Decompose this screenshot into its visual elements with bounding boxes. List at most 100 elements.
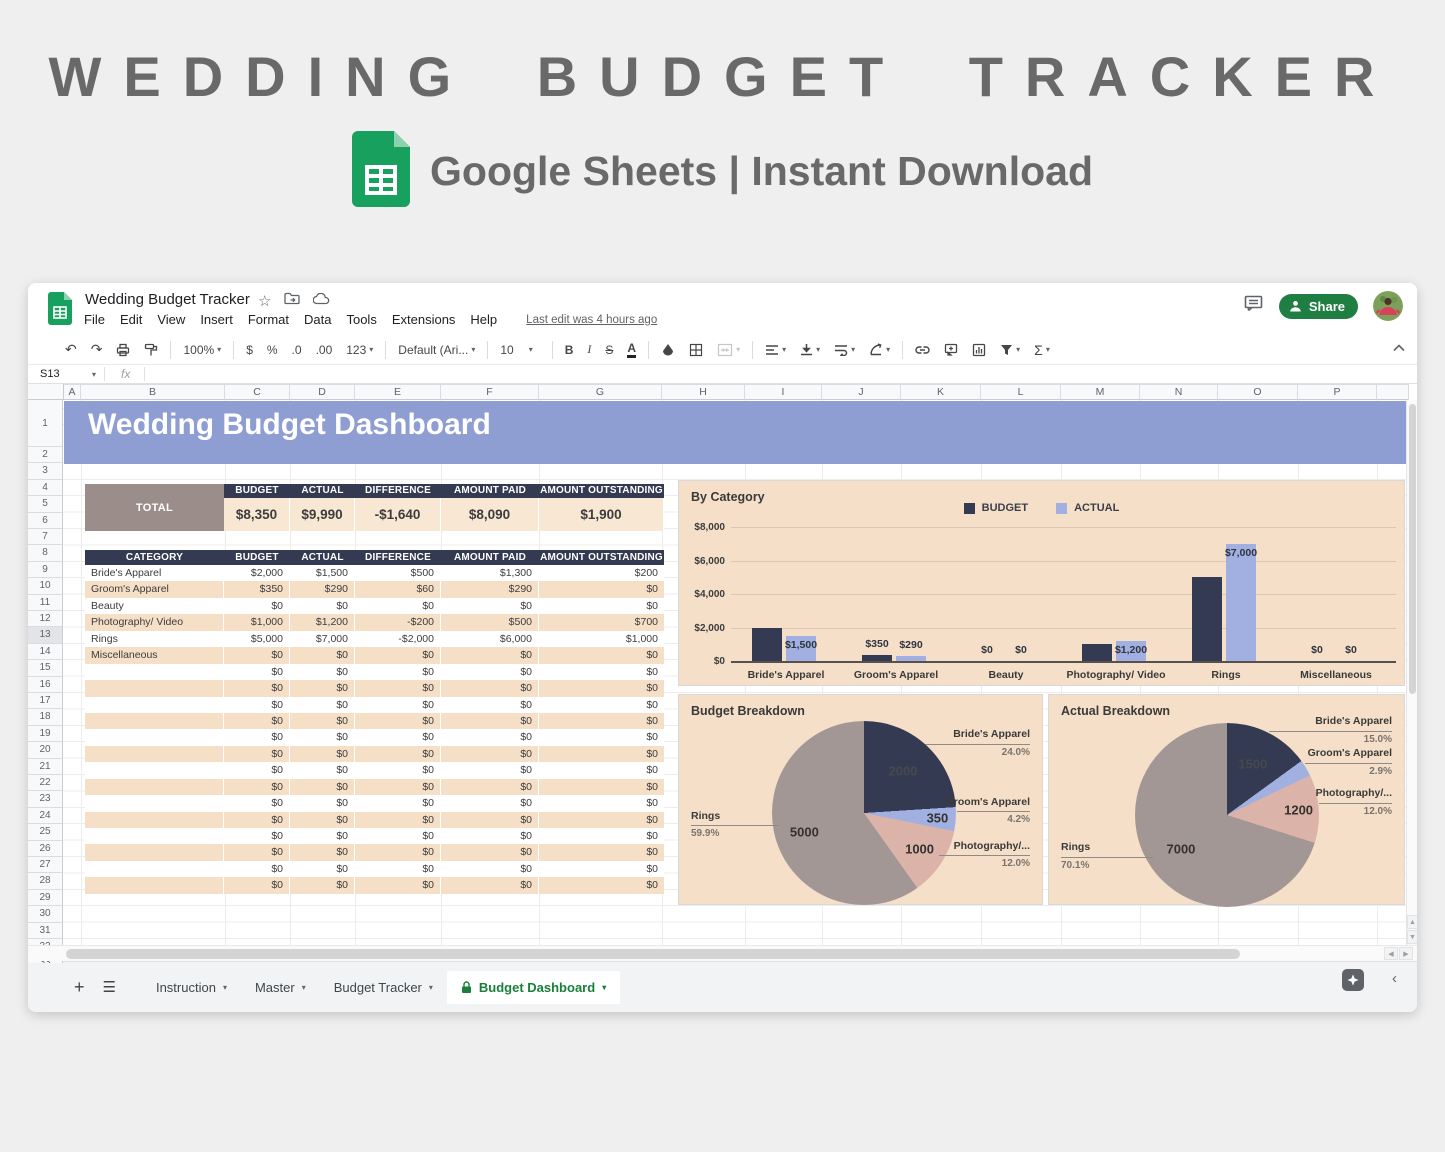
category-name-cell[interactable]: [85, 680, 224, 696]
fill-color-icon[interactable]: [654, 343, 682, 357]
menu-format[interactable]: Format: [248, 312, 289, 327]
dashboard-banner[interactable]: Wedding Budget Dashboard: [64, 401, 1406, 464]
category-name-cell[interactable]: [85, 746, 224, 762]
row-header-15[interactable]: 15: [28, 660, 63, 676]
row-header-3[interactable]: 3: [28, 463, 63, 479]
category-value-cell[interactable]: $0: [539, 647, 664, 663]
category-value-cell[interactable]: $0: [224, 861, 290, 877]
row-header-23[interactable]: 23: [28, 791, 63, 807]
menu-tools[interactable]: Tools: [346, 312, 376, 327]
category-value-cell[interactable]: $0: [539, 581, 664, 597]
category-header-cell[interactable]: ACTUAL: [290, 550, 355, 565]
row-header-20[interactable]: 20: [28, 742, 63, 758]
category-value-cell[interactable]: $0: [355, 598, 441, 614]
column-header-A[interactable]: A: [64, 384, 81, 400]
column-header-O[interactable]: O: [1218, 384, 1298, 400]
column-header-K[interactable]: K: [901, 384, 981, 400]
comment-history-icon[interactable]: [1244, 295, 1264, 318]
row-header-31[interactable]: 31: [28, 923, 63, 939]
category-value-cell[interactable]: $0: [441, 746, 539, 762]
category-value-cell[interactable]: $0: [441, 877, 539, 893]
category-value-cell[interactable]: $0: [355, 762, 441, 778]
category-value-cell[interactable]: $0: [539, 861, 664, 877]
category-value-cell[interactable]: $0: [224, 713, 290, 729]
all-sheets-icon[interactable]: ☰: [93, 978, 126, 996]
text-wrap-icon[interactable]: ▾: [827, 344, 862, 356]
category-name-cell[interactable]: [85, 697, 224, 713]
column-header-E[interactable]: E: [355, 384, 441, 400]
category-value-cell[interactable]: $0: [355, 664, 441, 680]
total-header-cell[interactable]: AMOUNT PAID: [441, 484, 539, 498]
merge-cells-icon[interactable]: ▾: [710, 343, 747, 357]
category-value-cell[interactable]: $0: [224, 828, 290, 844]
currency-format-button[interactable]: $: [239, 343, 260, 357]
document-title[interactable]: Wedding Budget Tracker: [85, 291, 250, 308]
total-value-cell[interactable]: $9,990: [290, 498, 355, 531]
cloud-status-icon[interactable]: [313, 292, 330, 310]
category-value-cell[interactable]: $0: [224, 680, 290, 696]
category-value-cell[interactable]: $500: [355, 565, 441, 581]
category-value-cell[interactable]: $0: [224, 697, 290, 713]
menu-view[interactable]: View: [157, 312, 185, 327]
category-value-cell[interactable]: $0: [539, 795, 664, 811]
category-value-cell[interactable]: $0: [441, 779, 539, 795]
total-header-cell[interactable]: BUDGET: [224, 484, 290, 498]
total-value-cell[interactable]: $1,900: [539, 498, 664, 531]
category-value-cell[interactable]: $0: [355, 647, 441, 663]
row-header-28[interactable]: 28: [28, 873, 63, 889]
category-value-cell[interactable]: $60: [355, 581, 441, 597]
number-format-button[interactable]: 123▾: [339, 343, 380, 357]
redo-icon[interactable]: ↷: [84, 341, 110, 358]
category-value-cell[interactable]: $0: [539, 598, 664, 614]
menu-extensions[interactable]: Extensions: [392, 312, 456, 327]
row-header-29[interactable]: 29: [28, 890, 63, 906]
category-name-cell[interactable]: Bride's Apparel: [85, 565, 224, 581]
row-header-25[interactable]: 25: [28, 824, 63, 840]
strikethrough-button[interactable]: S: [598, 343, 620, 357]
italic-button[interactable]: I: [580, 342, 598, 357]
category-value-cell[interactable]: $0: [355, 680, 441, 696]
category-name-cell[interactable]: [85, 828, 224, 844]
sheet-tab-menu-icon[interactable]: ▾: [302, 983, 306, 992]
column-header-G[interactable]: G: [539, 384, 662, 400]
category-value-cell[interactable]: $0: [355, 697, 441, 713]
category-name-cell[interactable]: [85, 713, 224, 729]
increase-decimals-button[interactable]: .00: [309, 343, 340, 357]
category-value-cell[interactable]: $1,000: [224, 614, 290, 630]
category-value-cell[interactable]: $0: [539, 779, 664, 795]
category-name-cell[interactable]: [85, 664, 224, 680]
total-value-cell[interactable]: $8,090: [441, 498, 539, 531]
column-header-J[interactable]: J: [822, 384, 901, 400]
column-header-F[interactable]: F: [441, 384, 539, 400]
vertical-scrollbar-thumb[interactable]: [1409, 404, 1416, 694]
sheets-file-icon[interactable]: [48, 292, 72, 330]
category-value-cell[interactable]: $0: [224, 647, 290, 663]
row-header-10[interactable]: 10: [28, 578, 63, 594]
row-header-26[interactable]: 26: [28, 841, 63, 857]
column-header-I[interactable]: I: [745, 384, 822, 400]
category-name-cell[interactable]: Miscellaneous: [85, 647, 224, 663]
row-header-18[interactable]: 18: [28, 709, 63, 725]
category-value-cell[interactable]: $1,500: [290, 565, 355, 581]
total-header-cell[interactable]: ACTUAL: [290, 484, 355, 498]
print-icon[interactable]: [109, 343, 137, 357]
column-header-M[interactable]: M: [1061, 384, 1140, 400]
category-value-cell[interactable]: $0: [224, 762, 290, 778]
category-value-cell[interactable]: $500: [441, 614, 539, 630]
row-header-4[interactable]: 4: [28, 480, 63, 496]
menu-insert[interactable]: Insert: [200, 312, 233, 327]
row-header-16[interactable]: 16: [28, 677, 63, 693]
category-value-cell[interactable]: $0: [355, 877, 441, 893]
row-header-22[interactable]: 22: [28, 775, 63, 791]
category-value-cell[interactable]: $290: [441, 581, 539, 597]
sheet-tab-menu-icon[interactable]: ▾: [223, 983, 227, 992]
category-name-cell[interactable]: [85, 779, 224, 795]
row-header-7[interactable]: 7: [28, 529, 63, 545]
category-name-cell[interactable]: Photography/ Video: [85, 614, 224, 630]
scroll-left-button[interactable]: ◀: [1384, 947, 1398, 960]
category-value-cell[interactable]: $0: [539, 680, 664, 696]
text-rotation-icon[interactable]: ▾: [862, 343, 897, 356]
row-header-2[interactable]: 2: [28, 447, 63, 463]
category-value-cell[interactable]: $0: [355, 779, 441, 795]
row-header-6[interactable]: 6: [28, 513, 63, 529]
